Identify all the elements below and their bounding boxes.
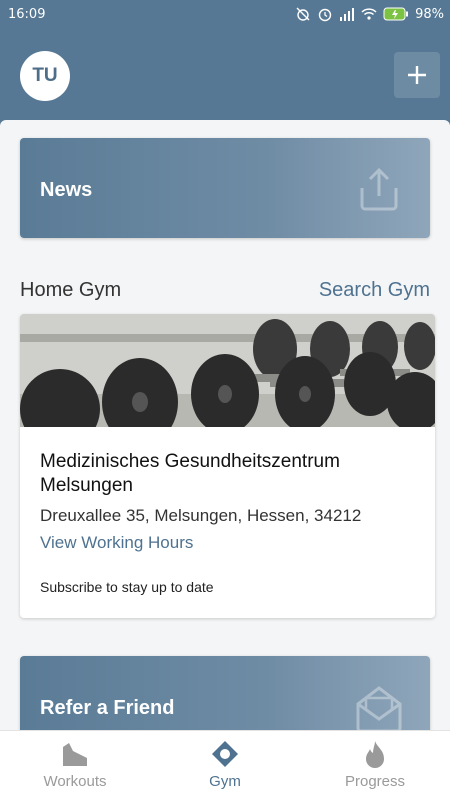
add-button[interactable] <box>394 52 440 98</box>
gym-photo <box>20 314 435 427</box>
nav-workouts[interactable]: Workouts <box>0 731 150 800</box>
flame-icon <box>366 741 384 768</box>
news-banner[interactable]: News <box>20 138 430 238</box>
alarm-icon <box>318 8 332 22</box>
status-bar: 16:09 98% <box>0 0 450 30</box>
envelope-open-icon <box>356 686 402 730</box>
nav-workouts-label: Workouts <box>43 773 107 790</box>
news-label: News <box>40 179 93 201</box>
nav-progress[interactable]: Progress <box>300 731 450 800</box>
search-gym-link[interactable]: Search Gym <box>319 279 430 302</box>
nav-gym-label: Gym <box>209 773 241 790</box>
alarm-off-icon <box>296 7 310 21</box>
refer-friend-banner[interactable]: Refer a Friend <box>20 656 430 730</box>
home-gym-card[interactable]: Medizinisches Gesundheitszentrum Melsung… <box>20 314 435 618</box>
app-header: 16:09 98% TU <box>0 0 450 132</box>
home-gym-title: Home Gym <box>20 279 122 301</box>
signal-icon <box>340 8 355 21</box>
main-content: News Home Gym Search Gym Medizinisches G… <box>0 120 450 730</box>
refer-friend-label: Refer a Friend <box>40 697 175 719</box>
avatar[interactable]: TU <box>20 51 70 101</box>
shoe-icon <box>63 743 87 766</box>
share-upload-icon <box>360 167 398 211</box>
location-pin-icon <box>212 741 238 767</box>
subscribe-text[interactable]: Subscribe to stay up to date <box>40 579 214 595</box>
status-icons: 98% <box>295 6 444 22</box>
battery-icon <box>383 7 409 21</box>
bottom-navigation: Workouts Gym Progress <box>0 730 450 800</box>
home-gym-header: Home Gym Search Gym <box>20 279 430 303</box>
battery-level: 98% <box>415 6 444 22</box>
view-working-hours-link[interactable]: View Working Hours <box>40 533 193 553</box>
gym-address: Dreuxallee 35, Melsungen, Hessen, 34212 <box>40 506 362 525</box>
nav-progress-label: Progress <box>344 773 406 790</box>
wifi-icon <box>361 8 377 20</box>
plus-icon <box>408 66 426 84</box>
nav-gym[interactable]: Gym <box>150 731 300 800</box>
status-time: 16:09 <box>8 7 46 22</box>
dumbbell-rack-image <box>20 314 435 427</box>
gym-name: Medizinisches Gesundheitszentrum Melsung… <box>40 451 340 496</box>
